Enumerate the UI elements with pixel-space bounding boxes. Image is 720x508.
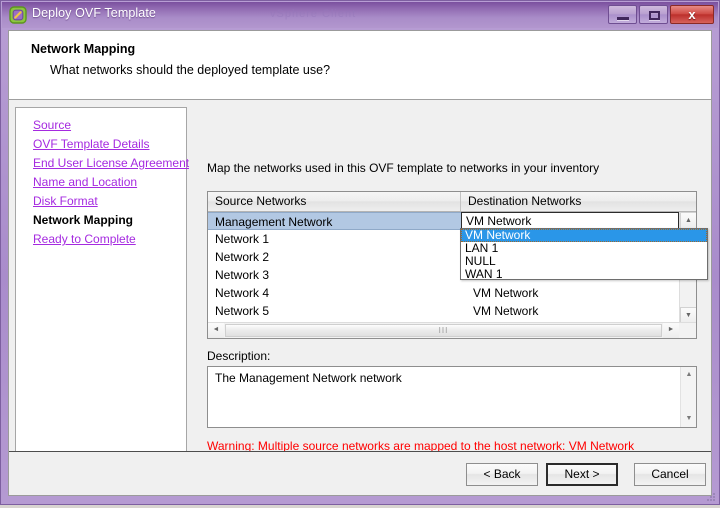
scroll-up-icon[interactable]: ▲ — [681, 367, 697, 383]
cell-source-network: Network 3 — [215, 268, 270, 282]
cell-destination-network: VM Network — [473, 304, 539, 318]
instruction-text: Map the networks used in this OVF templa… — [207, 161, 600, 175]
sidebar-item-disk-format[interactable]: Disk Format — [16, 192, 186, 211]
wizard-content-pane: Map the networks used in this OVF templa… — [189, 101, 711, 471]
page-title: Network Mapping — [31, 42, 136, 56]
window-title: Deploy OVF Template — [32, 6, 156, 20]
maximize-icon — [649, 11, 660, 20]
cell-source-network: Network 1 — [215, 232, 270, 246]
cell-source-network: Network 2 — [215, 250, 270, 264]
cell-destination-network: VM Network — [473, 286, 539, 300]
next-button[interactable]: Next > — [546, 463, 618, 486]
cell-source-network: Management Network — [208, 212, 461, 230]
destination-network-dropdown-list[interactable]: VM Network LAN 1 NULL WAN 1 — [460, 228, 708, 281]
description-label: Description: — [207, 349, 271, 363]
wizard-step-list: Source OVF Template Details End User Lic… — [15, 107, 189, 470]
dialog-button-bar: < Back Next > Cancel — [9, 451, 711, 495]
wizard-header: Network Mapping What networks should the… — [9, 31, 711, 100]
description-text: The Management Network network — [215, 371, 402, 385]
cell-source-network: Network 4 — [215, 286, 270, 300]
description-scrollbar[interactable]: ▲ ▼ — [680, 367, 696, 427]
description-box: The Management Network network ▲ ▼ — [207, 366, 697, 428]
horizontal-scroll-thumb[interactable]: III — [225, 324, 662, 337]
sidebar-item-eula[interactable]: End User License Agreement — [16, 154, 189, 173]
close-button[interactable]: x — [670, 5, 714, 24]
scroll-up-icon[interactable]: ▲ — [680, 212, 696, 229]
column-header-destination-networks[interactable]: Destination Networks — [461, 192, 676, 211]
back-button[interactable]: < Back — [466, 463, 538, 486]
table-horizontal-scrollbar[interactable]: ◄ III ► — [208, 322, 696, 338]
dropdown-option-wan-1[interactable]: WAN 1 — [461, 268, 707, 281]
deploy-ovf-template-window: Deploy OVF Template vSphere Client x Net… — [0, 0, 720, 505]
window-title-bar[interactable]: Deploy OVF Template vSphere Client x — [2, 2, 718, 28]
sidebar-item-source[interactable]: Source — [16, 116, 186, 135]
close-icon: x — [688, 7, 696, 22]
column-header-source-networks[interactable]: Source Networks — [208, 192, 461, 211]
minimize-button[interactable] — [608, 5, 637, 24]
cell-source-network: Network 5 — [215, 304, 270, 318]
table-row[interactable]: Network 4 VM Network — [208, 284, 679, 302]
resize-grip-icon[interactable] — [705, 490, 717, 502]
sidebar-item-network-mapping: Network Mapping — [33, 213, 134, 227]
title-watermark: vSphere Client — [270, 8, 357, 20]
scroll-down-icon[interactable]: ▼ — [681, 411, 697, 427]
dialog-client-area: Network Mapping What networks should the… — [8, 30, 712, 496]
sidebar-item-name-location[interactable]: Name and Location — [16, 173, 186, 192]
page-subtitle: What networks should the deployed templa… — [50, 63, 331, 77]
destination-network-value: VM Network — [466, 214, 532, 228]
cancel-button[interactable]: Cancel — [634, 463, 706, 486]
ovf-template-icon — [9, 6, 27, 24]
scroll-left-icon[interactable]: ◄ — [208, 323, 224, 338]
table-header-row: Source Networks Destination Networks — [208, 192, 696, 212]
minimize-icon — [617, 17, 629, 20]
maximize-button[interactable] — [639, 5, 668, 24]
dropdown-option-lan-1[interactable]: LAN 1 — [461, 242, 707, 255]
sidebar-item-ready-complete[interactable]: Ready to Complete — [16, 230, 186, 249]
table-row[interactable]: Network 5 VM Network — [208, 302, 679, 320]
scroll-right-icon[interactable]: ► — [663, 323, 679, 338]
sidebar-item-ovf-details[interactable]: OVF Template Details — [16, 135, 186, 154]
